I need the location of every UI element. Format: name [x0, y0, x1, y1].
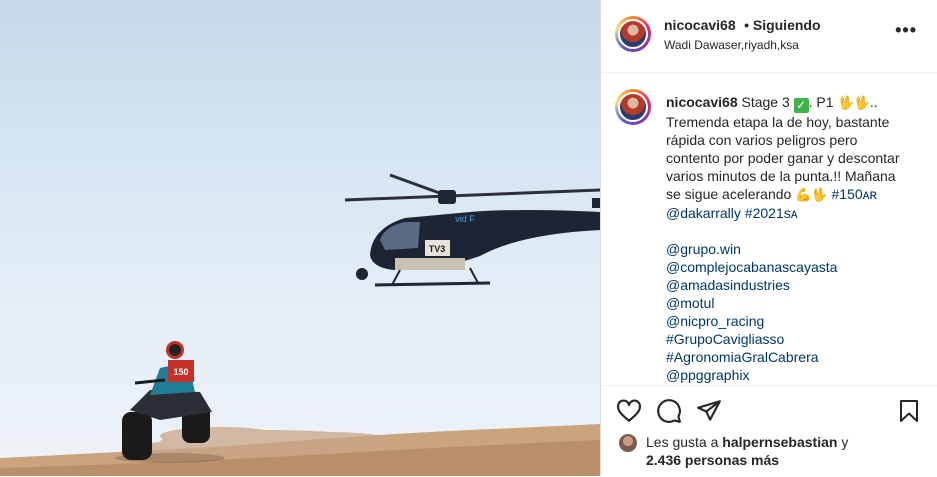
post-header: nicocavi68 • Siguiendo Wadi Dawaser,riya… — [601, 0, 937, 73]
tag-link[interactable]: @amadasindustries — [666, 276, 918, 294]
caption-p1: . P1 — [808, 94, 834, 110]
caption-accel-text: se sigue acelerando — [666, 186, 792, 202]
more-options-icon[interactable]: ••• — [895, 20, 917, 41]
tag-link[interactable]: @ppggraphix — [666, 366, 918, 384]
check-mark-icon: ✓ — [793, 98, 809, 113]
caption-line-accel: se sigue acelerando 💪🖖 #150ᴀʀ — [666, 185, 918, 204]
helicopter-logo: vid F — [455, 214, 475, 224]
tag-link[interactable]: @grupo.win — [666, 240, 918, 258]
bookmark-icon[interactable] — [897, 398, 921, 424]
hashtag-2021sa-link[interactable]: #2021sᴀ — [745, 205, 798, 221]
hashtag-150ar-link[interactable]: #150ᴀʀ — [831, 186, 877, 202]
liker-avatar[interactable] — [619, 434, 637, 452]
likes-prefix: Les gusta a — [646, 434, 719, 450]
caption-hands-emoji: 🖖🖖 — [837, 95, 870, 110]
caption-username[interactable]: nicocavi68 — [666, 94, 738, 110]
likes-suffix: y — [841, 434, 849, 450]
caption-stage: Stage 3 — [741, 94, 790, 110]
caption-area: nicocavi68 Stage 3 ✓. P1 🖖🖖.. Tremenda e… — [601, 73, 937, 385]
author-avatar[interactable] — [615, 16, 651, 52]
post-photo[interactable]: TV3 vid F 150 — [0, 0, 600, 476]
helicopter-tv3-label: TV3 — [429, 244, 446, 254]
caption-line: rápida con varios peligros pero — [666, 132, 858, 148]
caption-line: Tremenda etapa la de hoy, bastante — [666, 114, 890, 130]
caption-accel-emoji: 💪🖖 — [795, 187, 828, 202]
quad-number: 150 — [173, 367, 188, 377]
caption-line: varios minutos de la punta.!! Mañana — [666, 168, 896, 184]
post-photo-scene: TV3 vid F 150 — [0, 173, 600, 476]
mention-dakarrally-link[interactable]: @dakarrally — [666, 205, 741, 221]
post-side-panel: nicocavi68 • Siguiendo Wadi Dawaser,riya… — [600, 0, 937, 476]
author-username[interactable]: nicocavi68 — [664, 17, 736, 33]
likes-count[interactable]: 2.436 personas más — [646, 452, 779, 468]
tag-link[interactable]: #GrupoCavigliasso — [666, 330, 918, 348]
post-actions: Les gusta a halpernsebastian y 2.436 per… — [601, 385, 937, 477]
tag-link[interactable]: #AgronomiaGralCabrera — [666, 348, 918, 366]
header-title-row: nicocavi68 • Siguiendo — [664, 17, 821, 35]
tag-link[interactable]: @complejocabanascayasta — [666, 258, 918, 276]
caption-author-avatar[interactable] — [615, 89, 651, 125]
tag-link[interactable]: @nicpro_racing — [666, 312, 918, 330]
likes-summary: Les gusta a halpernsebastian y 2.436 per… — [646, 433, 848, 469]
share-icon[interactable] — [696, 398, 722, 424]
caption-dots: .. — [869, 94, 878, 110]
follow-status[interactable]: • Siguiendo — [744, 17, 820, 33]
helicopter: TV3 vid F — [344, 173, 600, 287]
tag-link[interactable]: @motul — [666, 294, 918, 312]
post-location[interactable]: Wadi Dawaser,riyadh,ksa — [664, 38, 799, 52]
caption-line: contento por poder ganar y descontar — [666, 150, 900, 166]
caption-line-mentions: @dakarrally #2021sᴀ — [666, 204, 918, 222]
liker-username[interactable]: halpernsebastian — [722, 434, 837, 450]
caption-first-line: nicocavi68 Stage 3 ✓. P1 🖖🖖.. — [666, 93, 918, 113]
comment-icon[interactable] — [656, 398, 682, 424]
heart-icon[interactable] — [616, 398, 642, 424]
post-caption: nicocavi68 Stage 3 ✓. P1 🖖🖖.. Tremenda e… — [666, 93, 918, 384]
